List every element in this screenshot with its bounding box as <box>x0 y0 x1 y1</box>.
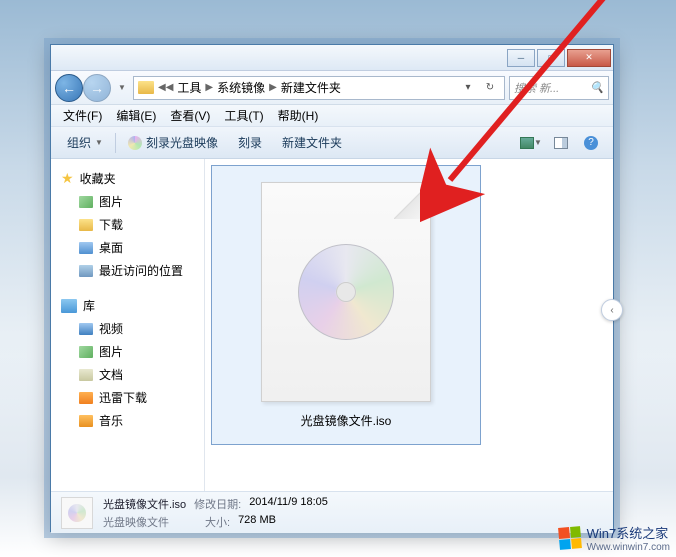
burn-button[interactable]: 刻录 <box>230 130 270 155</box>
chevron-down-icon: ▼ <box>95 138 103 147</box>
details-modified-value: 2014/11/9 18:05 <box>249 496 328 512</box>
details-filename: 光盘镜像文件.iso <box>103 496 186 512</box>
file-tile-selected[interactable]: 光盘镜像文件.iso <box>211 165 481 445</box>
address-bar[interactable]: ◀◀ 工具 ▶ 系统镜像 ▶ 新建文件夹 ▾ ↻ <box>133 76 505 100</box>
library-icon <box>61 299 77 313</box>
breadcrumb-item[interactable]: 系统镜像 <box>217 79 265 96</box>
menu-edit[interactable]: 编辑(E) <box>110 105 162 126</box>
menu-file[interactable]: 文件(F) <box>57 105 108 126</box>
sidebar-library-header[interactable]: 库 <box>55 294 200 317</box>
thumbnails-icon <box>520 137 534 149</box>
menu-view[interactable]: 查看(V) <box>164 105 216 126</box>
content-area[interactable]: 光盘镜像文件.iso ‹ <box>205 159 613 491</box>
burn-image-button[interactable]: 刻录光盘映像 <box>120 130 226 155</box>
nav-back-button[interactable]: ← <box>55 74 83 102</box>
help-button[interactable]: ? <box>577 131 605 155</box>
preview-icon <box>554 137 568 149</box>
navbar: ← → ▼ ◀◀ 工具 ▶ 系统镜像 ▶ 新建文件夹 ▾ ↻ 搜索 新... 🔍 <box>51 71 613 105</box>
pictures-icon <box>79 346 93 358</box>
sidebar-item-documents[interactable]: 文档 <box>55 363 200 386</box>
chevron-right-icon: ◀◀ <box>156 82 175 93</box>
preview-pane-button[interactable] <box>547 131 575 155</box>
sidebar-item-thunder[interactable]: 迅雷下载 <box>55 386 200 409</box>
star-icon: ★ <box>61 170 74 187</box>
disc-icon <box>128 136 142 150</box>
thunder-icon <box>79 392 93 404</box>
refresh-button[interactable]: ↻ <box>480 78 500 98</box>
sidebar-item-downloads[interactable]: 下载 <box>55 213 200 236</box>
sidebar-favorites-header[interactable]: ★ 收藏夹 <box>55 167 200 190</box>
chevron-right-icon: ▶ <box>267 82 279 93</box>
search-icon: 🔍 <box>590 81 604 94</box>
maximize-button[interactable]: □ <box>537 49 565 67</box>
menu-help[interactable]: 帮助(H) <box>272 105 325 126</box>
pictures-icon <box>79 196 93 208</box>
explorer-body: ★ 收藏夹 图片 下载 桌面 最近访问的位置 库 视频 图片 文档 迅雷下载 音… <box>51 159 613 491</box>
music-icon <box>79 415 93 427</box>
downloads-icon <box>79 219 93 231</box>
file-thumbnail <box>261 182 431 402</box>
details-filetype: 光盘映像文件 <box>103 514 169 530</box>
sidebar-item-pictures[interactable]: 图片 <box>55 190 200 213</box>
recent-icon <box>79 265 93 277</box>
menu-tools[interactable]: 工具(T) <box>218 105 269 126</box>
sidebar-item-desktop[interactable]: 桌面 <box>55 236 200 259</box>
file-name-label: 光盘镜像文件.iso <box>301 412 392 429</box>
breadcrumb-item[interactable]: 新建文件夹 <box>281 79 341 96</box>
view-options-button[interactable]: ▼ <box>517 131 545 155</box>
help-icon: ? <box>584 136 598 150</box>
watermark-title: Win7系统之家 <box>587 526 669 541</box>
sidebar-item-music[interactable]: 音乐 <box>55 409 200 432</box>
sidebar-item-recent[interactable]: 最近访问的位置 <box>55 259 200 282</box>
search-input[interactable]: 搜索 新... 🔍 <box>509 76 609 100</box>
nav-history-dropdown[interactable]: ▼ <box>115 78 129 98</box>
minimize-button[interactable]: ─ <box>507 49 535 67</box>
details-pane: 光盘镜像文件.iso 修改日期: 2014/11/9 18:05 光盘映像文件 … <box>51 491 613 533</box>
watermark: Win7系统之家 Www.winwin7.com <box>559 523 670 553</box>
address-dropdown-button[interactable]: ▾ <box>458 78 478 98</box>
desktop-icon <box>79 242 93 254</box>
folder-icon <box>138 81 154 94</box>
new-folder-button[interactable]: 新建文件夹 <box>274 130 350 155</box>
menu-bar: 文件(F) 编辑(E) 查看(V) 工具(T) 帮助(H) <box>51 105 613 127</box>
sidebar-item-pictures-lib[interactable]: 图片 <box>55 340 200 363</box>
documents-icon <box>79 369 93 381</box>
details-file-icon <box>61 497 93 529</box>
search-placeholder: 搜索 新... <box>514 80 559 96</box>
details-modified-label: 修改日期: <box>194 496 241 512</box>
chevron-right-icon: ▶ <box>203 82 215 93</box>
details-size-value: 728 MB <box>238 514 276 530</box>
expand-preview-button[interactable]: ‹ <box>601 299 623 321</box>
toolbar: 组织▼ 刻录光盘映像 刻录 新建文件夹 ▼ ? <box>51 127 613 159</box>
video-icon <box>79 323 93 335</box>
sidebar: ★ 收藏夹 图片 下载 桌面 最近访问的位置 库 视频 图片 文档 迅雷下载 音… <box>51 159 205 491</box>
organize-button[interactable]: 组织▼ <box>59 130 111 155</box>
windows-logo-icon <box>558 526 582 550</box>
titlebar: ─ □ ✕ <box>51 45 613 71</box>
close-button[interactable]: ✕ <box>567 49 611 67</box>
details-size-label: 大小: <box>205 514 230 530</box>
chevron-down-icon: ▼ <box>534 138 542 147</box>
explorer-window: ─ □ ✕ ← → ▼ ◀◀ 工具 ▶ 系统镜像 ▶ 新建文件夹 ▾ ↻ 搜索 … <box>50 44 614 532</box>
breadcrumb-item[interactable]: 工具 <box>177 79 201 96</box>
divider <box>115 133 116 153</box>
watermark-url: Www.winwin7.com <box>587 542 670 553</box>
nav-forward-button[interactable]: → <box>83 74 111 102</box>
sidebar-item-videos[interactable]: 视频 <box>55 317 200 340</box>
disc-icon <box>298 244 394 340</box>
page-fold-icon <box>394 183 430 219</box>
